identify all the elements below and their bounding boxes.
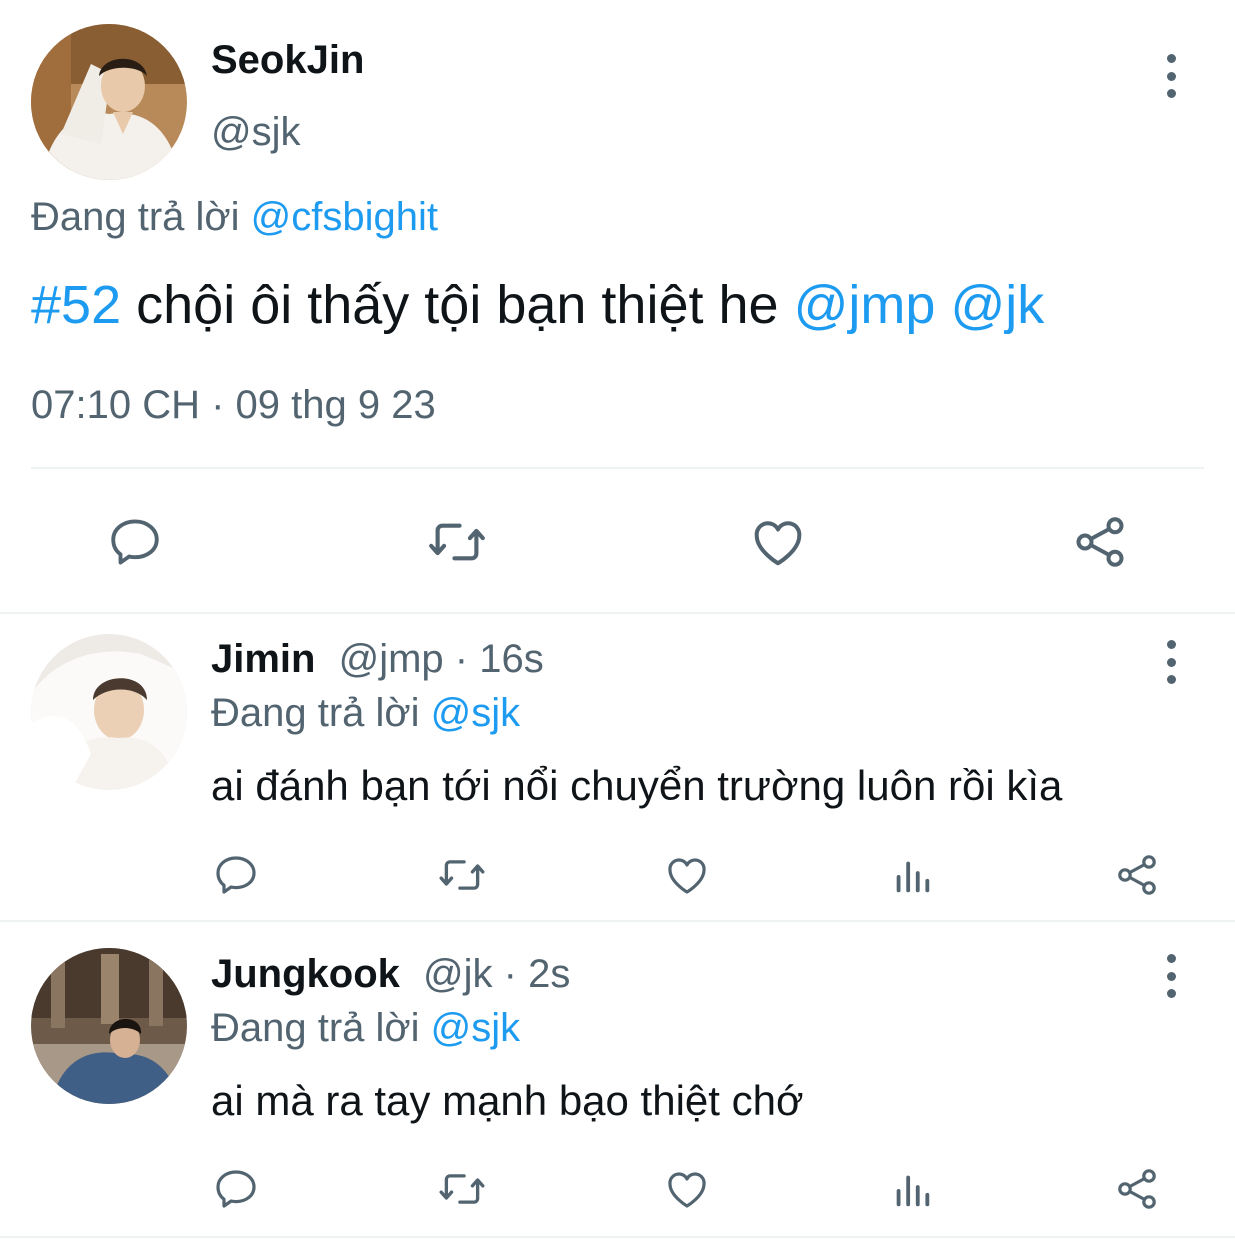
tweet-text: #52 chội ôi thấy tội bạn thiệt he @jmp @… <box>31 274 1044 336</box>
analytics-icon <box>896 861 930 893</box>
share-button[interactable] <box>1109 1162 1165 1216</box>
tweet-body: chội ôi thấy tội bạn thiệt he <box>136 275 779 335</box>
reply-text: ai đánh bạn tới nổi chuyển trường luôn r… <box>211 762 1063 809</box>
replying-to-link[interactable]: @cfsbighit <box>251 195 438 239</box>
section-divider <box>0 612 1235 614</box>
like-icon <box>754 521 802 566</box>
share-button[interactable] <box>1065 510 1135 574</box>
timestamp[interactable]: 07:10 CH · 09 thg 9 23 <box>31 383 436 428</box>
reply-button[interactable] <box>208 1162 264 1216</box>
like-button[interactable] <box>743 510 813 574</box>
share-icon <box>1076 517 1124 567</box>
section-divider <box>0 920 1235 922</box>
mention-jmp[interactable]: @jmp <box>794 275 936 335</box>
reply-button[interactable] <box>100 510 170 574</box>
display-name[interactable]: Jimin <box>211 637 315 681</box>
like-button[interactable] <box>659 1162 715 1216</box>
replying-to-line: Đang trả lời @cfsbighit <box>31 195 438 240</box>
share-icon <box>1118 855 1156 895</box>
more-options-icon[interactable] <box>1161 54 1181 98</box>
display-name[interactable]: SeokJin <box>211 38 364 83</box>
retweet-button[interactable] <box>434 1162 490 1216</box>
replying-to-line: Đang trả lời @sjk <box>211 1006 520 1051</box>
reply-button[interactable] <box>208 848 264 902</box>
like-icon <box>668 1172 706 1208</box>
more-options-icon[interactable] <box>1161 640 1181 684</box>
display-name[interactable]: Jungkook <box>211 952 400 996</box>
replying-prefix: Đang trả lời <box>211 1006 420 1050</box>
reply-icon <box>111 519 159 565</box>
mention-jk[interactable]: @jk <box>950 275 1044 335</box>
reply-icon <box>216 856 256 894</box>
handle-time[interactable]: @jmp · 16s <box>339 637 544 681</box>
divider <box>31 467 1204 469</box>
more-options-icon[interactable] <box>1161 954 1181 998</box>
replying-to-link[interactable]: @sjk <box>431 1006 521 1050</box>
replying-prefix: Đang trả lời <box>31 195 240 239</box>
like-button[interactable] <box>659 848 715 902</box>
avatar-jungkook[interactable] <box>31 948 187 1104</box>
avatar-seokjin[interactable] <box>31 24 187 180</box>
replying-to-line: Đang trả lời @sjk <box>211 691 520 736</box>
handle[interactable]: @sjk <box>211 110 301 155</box>
avatar-jimin[interactable] <box>31 634 187 790</box>
hashtag-link[interactable]: #52 <box>31 275 121 335</box>
reply-header: Jimin @jmp · 16s <box>211 637 544 682</box>
like-icon <box>668 858 706 894</box>
handle-time[interactable]: @jk · 2s <box>423 952 570 996</box>
reply-header: Jungkook @jk · 2s <box>211 952 570 997</box>
analytics-button[interactable] <box>884 848 940 902</box>
section-divider <box>0 1236 1235 1238</box>
reply-text: ai mà ra tay mạnh bạo thiệt chớ <box>211 1077 804 1124</box>
retweet-icon <box>439 1174 485 1204</box>
replying-to-link[interactable]: @sjk <box>431 691 521 735</box>
retweet-icon <box>429 523 485 561</box>
retweet-button[interactable] <box>422 510 492 574</box>
share-button[interactable] <box>1109 848 1165 902</box>
analytics-button[interactable] <box>884 1162 940 1216</box>
retweet-icon <box>439 860 485 890</box>
share-icon <box>1118 1169 1156 1209</box>
replying-prefix: Đang trả lời <box>211 691 420 735</box>
reply-icon <box>216 1170 256 1208</box>
analytics-icon <box>896 1175 930 1207</box>
retweet-button[interactable] <box>434 848 490 902</box>
